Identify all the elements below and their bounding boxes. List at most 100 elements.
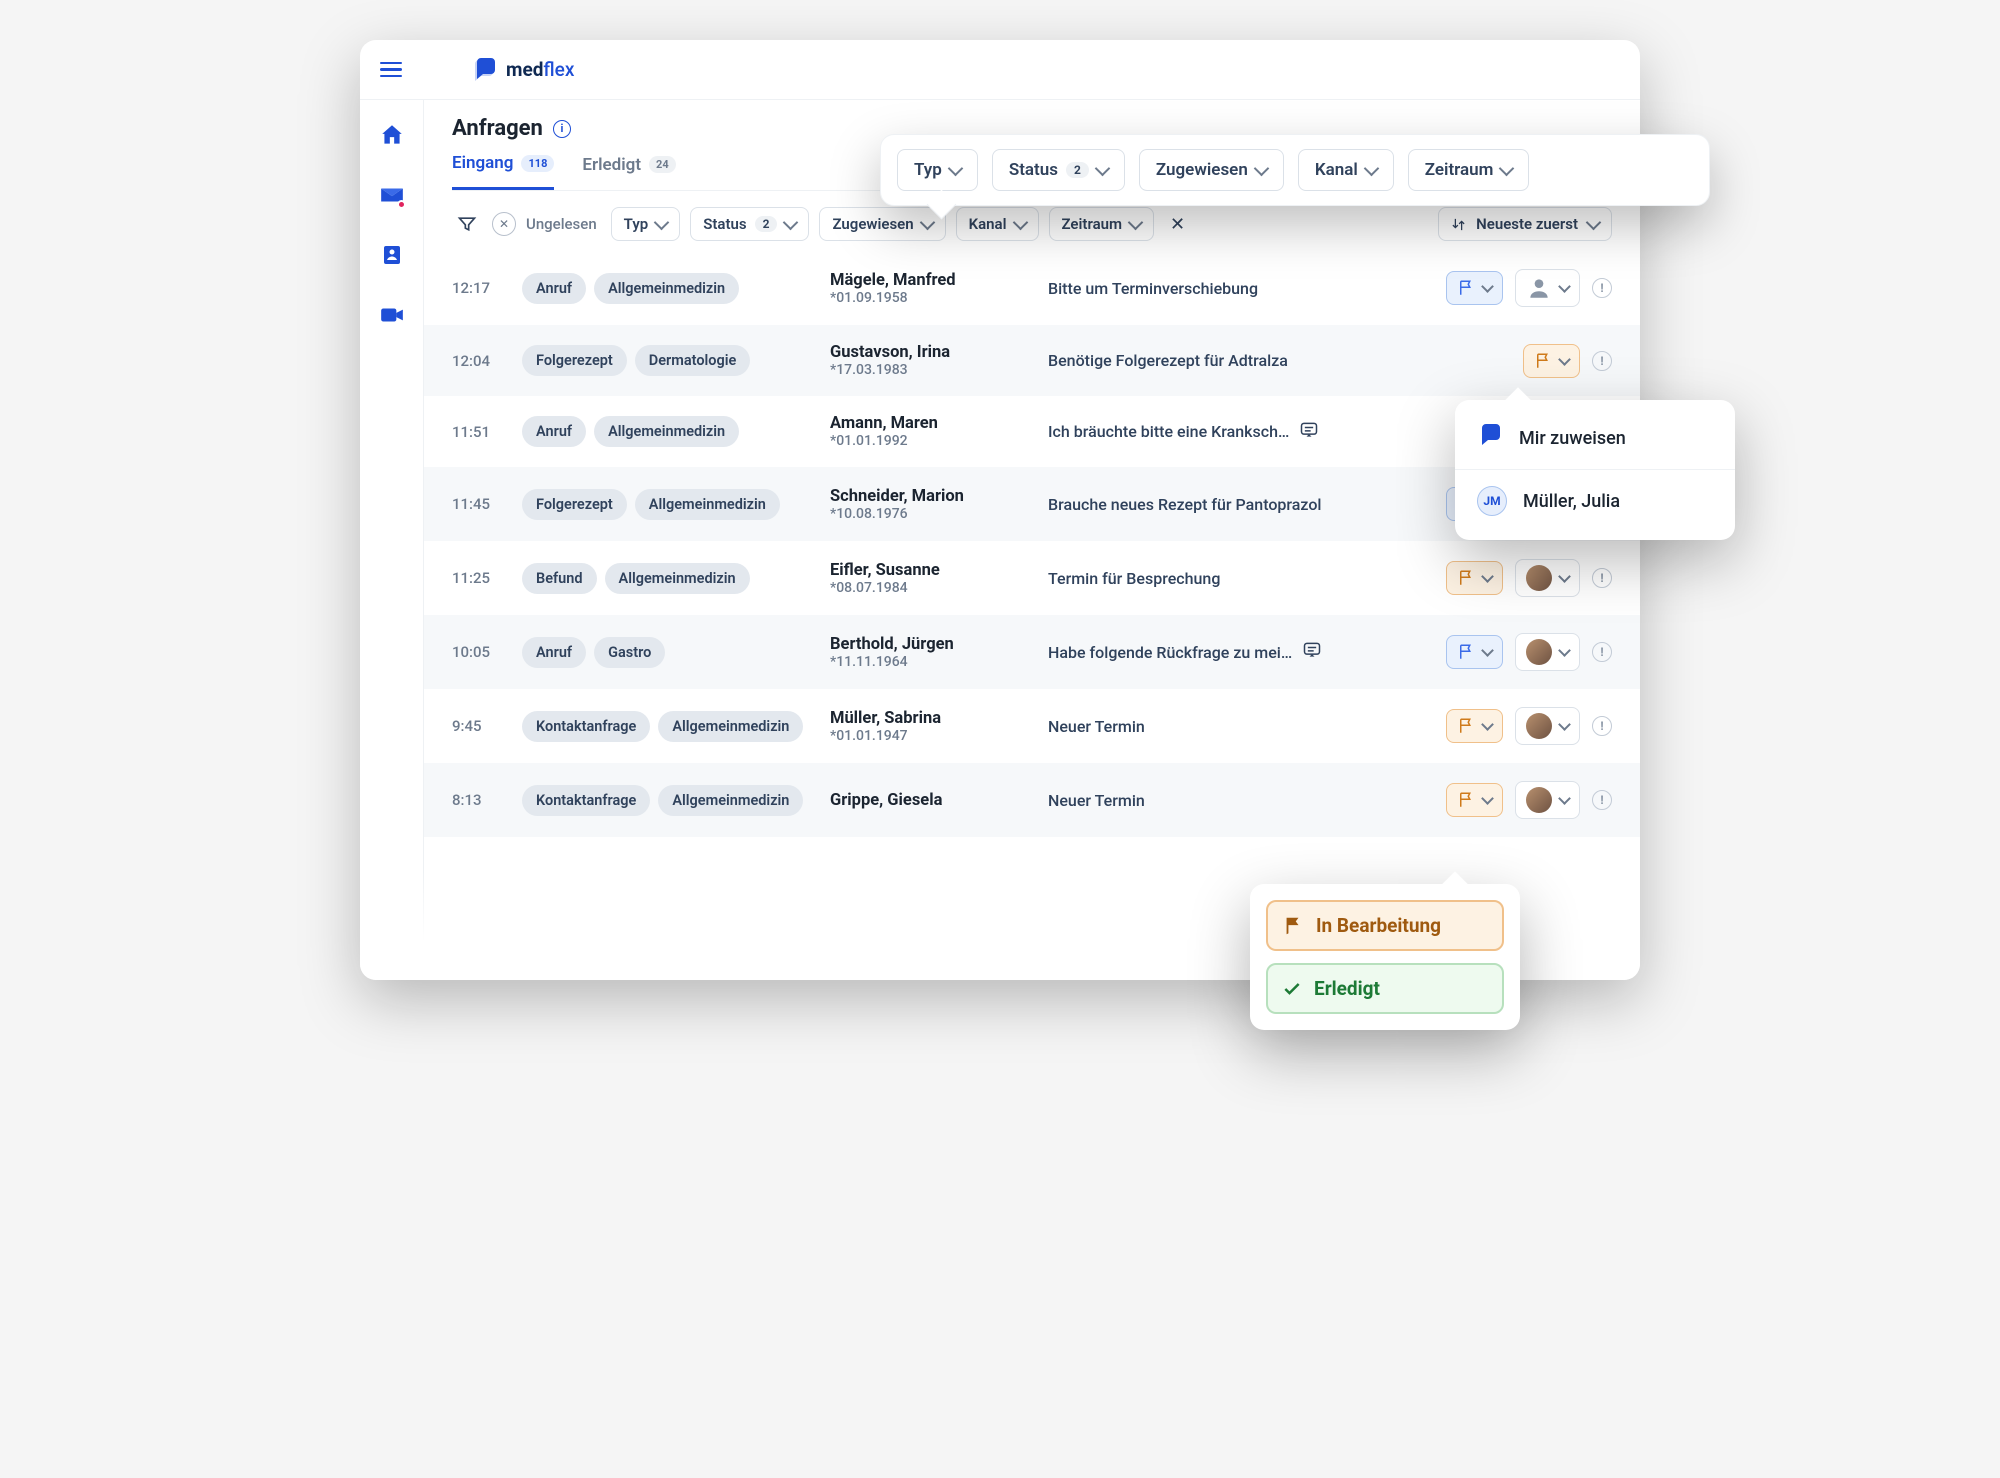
rail-video-icon[interactable] [377, 300, 407, 330]
float-filter-type[interactable]: Typ [897, 149, 978, 191]
row-patient: Gustavson, Irina *17.03.1983 [830, 343, 1030, 378]
table-row[interactable]: 11:51 AnrufAllgemeinmedizin Amann, Maren… [452, 396, 1612, 467]
table-row[interactable]: 9:45 KontaktanfrageAllgemeinmedizin Müll… [452, 689, 1612, 763]
tab-done[interactable]: Erledigt 24 [582, 153, 675, 190]
table-row[interactable]: 12:17 AnrufAllgemeinmedizin Mägele, Manf… [452, 251, 1612, 325]
warning-icon[interactable]: ! [1592, 568, 1612, 588]
flag-button[interactable] [1446, 709, 1503, 743]
filter-assigned[interactable]: Zugewiesen [819, 207, 945, 241]
row-subject: Habe folgende Rückfrage zu mei… [1048, 640, 1428, 664]
patient-dob: *17.03.1983 [830, 362, 1030, 378]
tag: Allgemeinmedizin [658, 711, 803, 742]
tag: Befund [522, 563, 597, 594]
flag-button[interactable] [1446, 635, 1503, 669]
row-time: 11:45 [452, 495, 504, 513]
rail-contacts-icon[interactable] [377, 240, 407, 270]
assign-button[interactable] [1515, 707, 1580, 745]
status-processing[interactable]: In Bearbeitung [1266, 900, 1504, 951]
row-tags: AnrufGastro [522, 637, 812, 668]
remove-filter-icon[interactable]: ✕ [492, 212, 516, 236]
brand-bold: med [506, 58, 543, 81]
filter-status[interactable]: Status2 [690, 207, 809, 241]
float-filter-assigned[interactable]: Zugewiesen [1139, 149, 1284, 191]
chevron-down-icon [1481, 718, 1494, 731]
row-actions: ! [1446, 269, 1612, 307]
filter-icon[interactable] [452, 209, 482, 239]
patient-name: Eifler, Susanne [830, 561, 1030, 580]
flag-button[interactable] [1446, 561, 1503, 595]
row-subject: Neuer Termin [1048, 791, 1428, 810]
flag-button[interactable] [1523, 344, 1580, 378]
assign-button[interactable] [1515, 559, 1580, 597]
filter-period[interactable]: Zeitraum [1049, 207, 1155, 241]
patient-name: Schneider, Marion [830, 487, 1030, 506]
warning-icon[interactable]: ! [1592, 790, 1612, 810]
assign-button[interactable] [1515, 633, 1580, 671]
unread-dot-icon [397, 200, 406, 209]
menu-icon[interactable] [380, 62, 402, 78]
row-tags: AnrufAllgemeinmedizin [522, 416, 812, 447]
app-window: medflex Anfragen i [360, 40, 1640, 980]
tab-inbox[interactable]: Eingang 118 [452, 153, 554, 190]
row-time: 12:04 [452, 352, 504, 370]
chevron-down-icon [1558, 792, 1571, 805]
assign-button[interactable] [1515, 269, 1580, 307]
float-filter-channel[interactable]: Kanal [1298, 149, 1394, 191]
tab-count: 24 [649, 156, 676, 173]
filter-bar: ✕ Ungelesen Typ Status2 Zugewiesen Kanal… [452, 207, 1612, 241]
patient-dob: *01.09.1958 [830, 290, 1030, 306]
chevron-down-icon [1128, 215, 1144, 231]
float-filter-status[interactable]: Status2 [992, 149, 1125, 191]
sort-button[interactable]: Neueste zuerst [1438, 207, 1612, 241]
flag-button[interactable] [1446, 271, 1503, 305]
warning-icon[interactable]: ! [1592, 642, 1612, 662]
row-time: 10:05 [452, 643, 504, 661]
flag-button[interactable] [1446, 783, 1503, 817]
tag: Kontaktanfrage [522, 785, 650, 816]
row-patient: Grippe, Giesela [830, 791, 1030, 810]
tag: Anruf [522, 637, 586, 668]
info-icon[interactable]: i [553, 120, 571, 138]
table-row[interactable]: 12:04 FolgerezeptDermatologie Gustavson,… [424, 325, 1640, 396]
assign-button[interactable] [1515, 781, 1580, 819]
filter-type[interactable]: Typ [611, 207, 681, 241]
chevron-down-icon [1481, 570, 1494, 583]
table-row[interactable]: 10:05 AnrufGastro Berthold, Jürgen *11.1… [424, 615, 1640, 689]
warning-icon[interactable]: ! [1592, 351, 1612, 371]
filter-channel[interactable]: Kanal [956, 207, 1039, 241]
avatar-initials: JM [1477, 486, 1507, 516]
chat-icon[interactable] [1299, 420, 1319, 444]
clear-filters-icon[interactable]: ✕ [1164, 214, 1191, 235]
row-tags: FolgerezeptAllgemeinmedizin [522, 489, 812, 520]
warning-icon[interactable]: ! [1592, 716, 1612, 736]
table-row[interactable]: 8:13 KontaktanfrageAllgemeinmedizin Grip… [424, 763, 1640, 837]
main-content: Anfragen i Eingang 118 Erledigt 24 ✕ Ung… [424, 100, 1640, 980]
patient-name: Grippe, Giesela [830, 791, 1030, 810]
table-row[interactable]: 11:25 BefundAllgemeinmedizin Eifler, Sus… [452, 541, 1612, 615]
tab-label: Erledigt [582, 155, 641, 175]
patient-dob: *10.08.1976 [830, 506, 1030, 522]
float-filter-period[interactable]: Zeitraum [1408, 149, 1530, 191]
status-done[interactable]: Erledigt [1266, 963, 1504, 1014]
warning-icon[interactable]: ! [1592, 278, 1612, 298]
chevron-down-icon [1558, 280, 1571, 293]
patient-name: Gustavson, Irina [830, 343, 1030, 362]
row-tags: Kontaktanfrage Allgemeinmedizin [522, 785, 812, 816]
row-actions: ! [1446, 781, 1612, 819]
tag: Allgemeinmedizin [594, 273, 739, 304]
rail-inbox-icon[interactable] [377, 180, 407, 210]
chevron-down-icon [1481, 280, 1494, 293]
row-tags: BefundAllgemeinmedizin [522, 563, 812, 594]
row-subject: Termin für Besprechung [1048, 569, 1428, 588]
tag: Allgemeinmedizin [658, 785, 803, 816]
assign-user[interactable]: JM Müller, Julia [1455, 469, 1735, 532]
patient-name: Mägele, Manfred [830, 271, 1030, 290]
rail-home-icon[interactable] [377, 120, 407, 150]
chevron-down-icon [919, 215, 935, 231]
chevron-down-icon [1558, 570, 1571, 583]
patient-dob: *01.01.1992 [830, 433, 1030, 449]
assign-self[interactable]: Mir zuweisen [1455, 408, 1735, 469]
chat-icon[interactable] [1302, 640, 1322, 664]
row-subject: Bitte um Terminverschiebung [1048, 279, 1428, 298]
row-patient: Berthold, Jürgen *11.11.1964 [830, 635, 1030, 670]
